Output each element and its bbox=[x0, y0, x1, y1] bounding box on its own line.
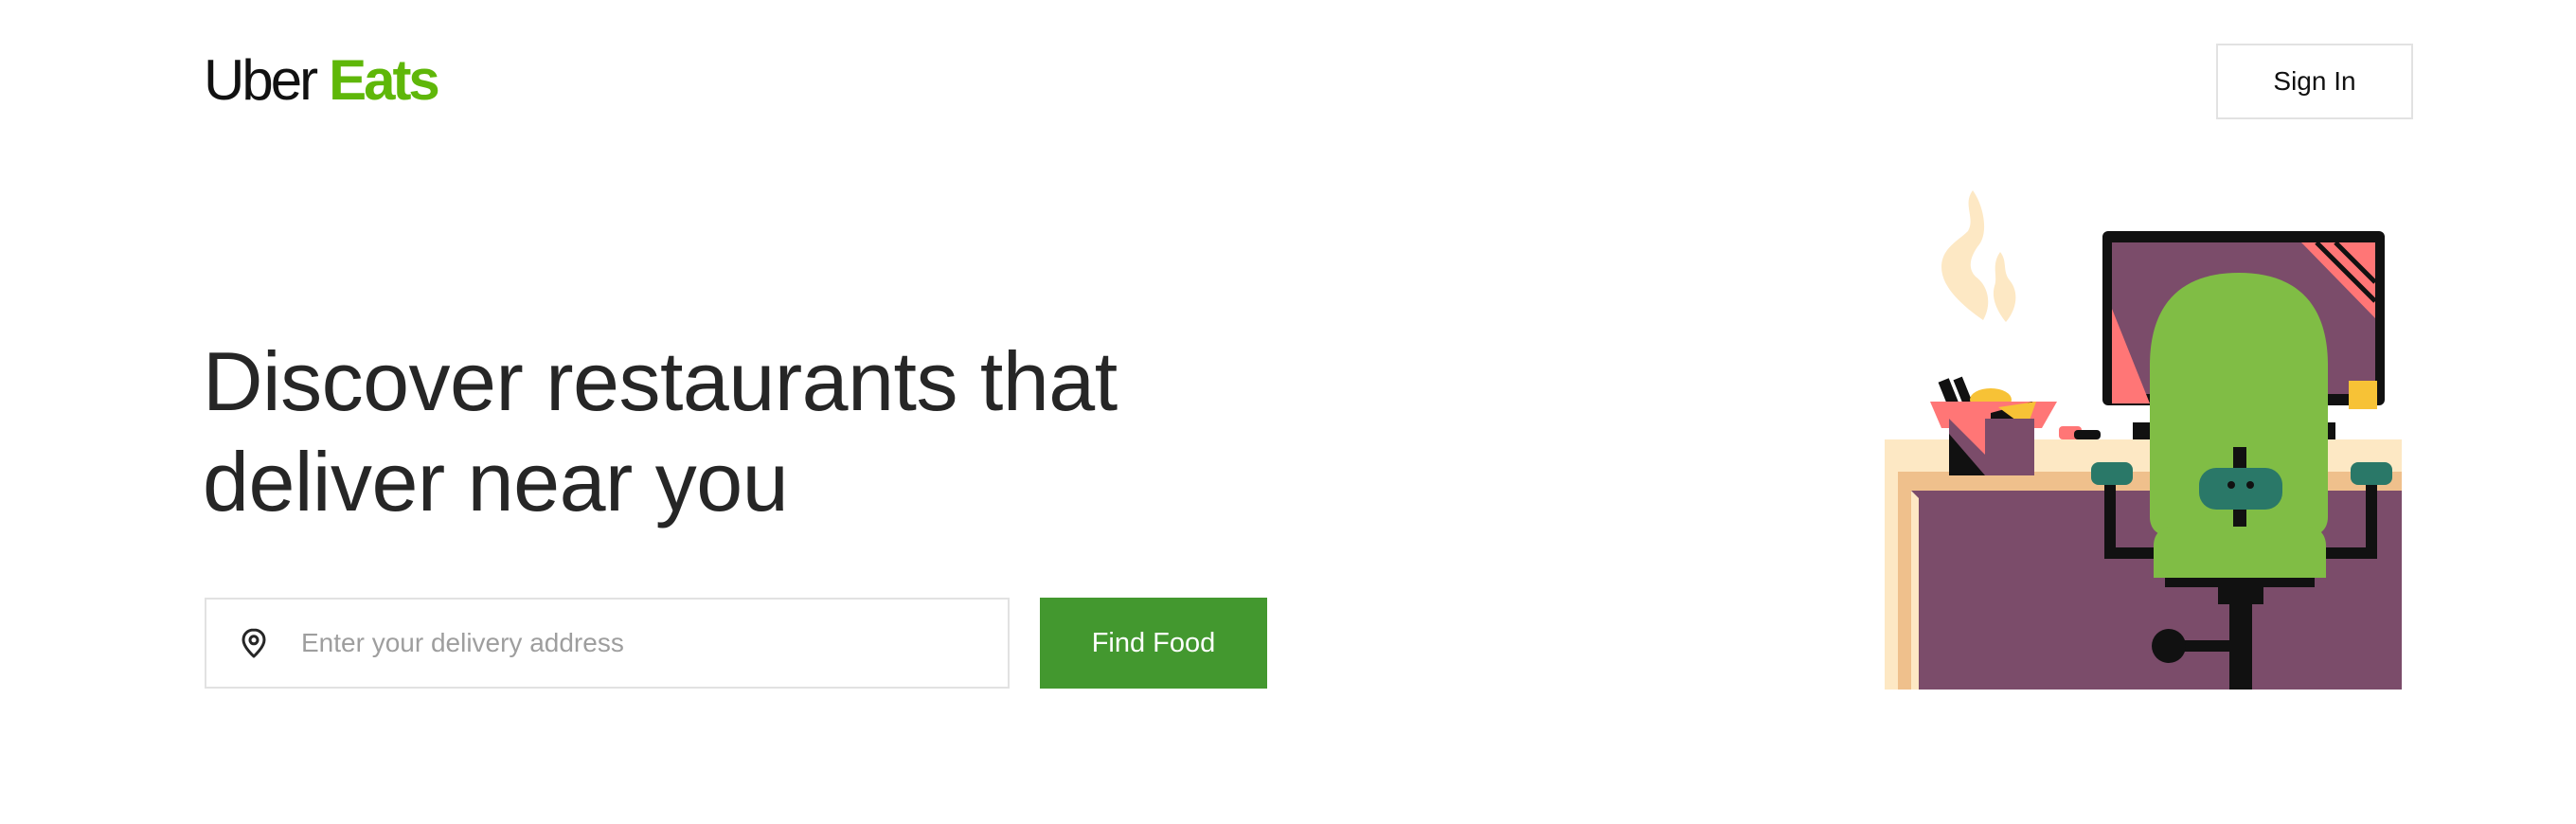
logo-eats-text: Eats bbox=[329, 48, 440, 112]
steam-shape bbox=[1941, 190, 2016, 322]
desk-chair-illustration bbox=[1885, 190, 2402, 690]
desk-left-edge bbox=[1885, 472, 1898, 690]
delivery-address-field[interactable] bbox=[205, 598, 1010, 689]
desk-inner-edge bbox=[1911, 491, 1919, 690]
hero-headline-line1: Discover restaurants that bbox=[203, 334, 1118, 428]
delivery-address-input[interactable] bbox=[299, 627, 985, 659]
logo-uber-text: Uber bbox=[204, 48, 318, 112]
hero-headline-line2: deliver near you bbox=[203, 435, 789, 528]
desk-item-2 bbox=[2074, 430, 2101, 439]
uber-eats-logo[interactable]: Uber Eats bbox=[204, 48, 440, 112]
hero-headline: Discover restaurants that deliver near y… bbox=[203, 331, 1244, 532]
location-pin-icon bbox=[242, 628, 266, 658]
find-food-button[interactable]: Find Food bbox=[1040, 598, 1267, 689]
sign-in-button[interactable]: Sign In bbox=[2216, 44, 2413, 119]
